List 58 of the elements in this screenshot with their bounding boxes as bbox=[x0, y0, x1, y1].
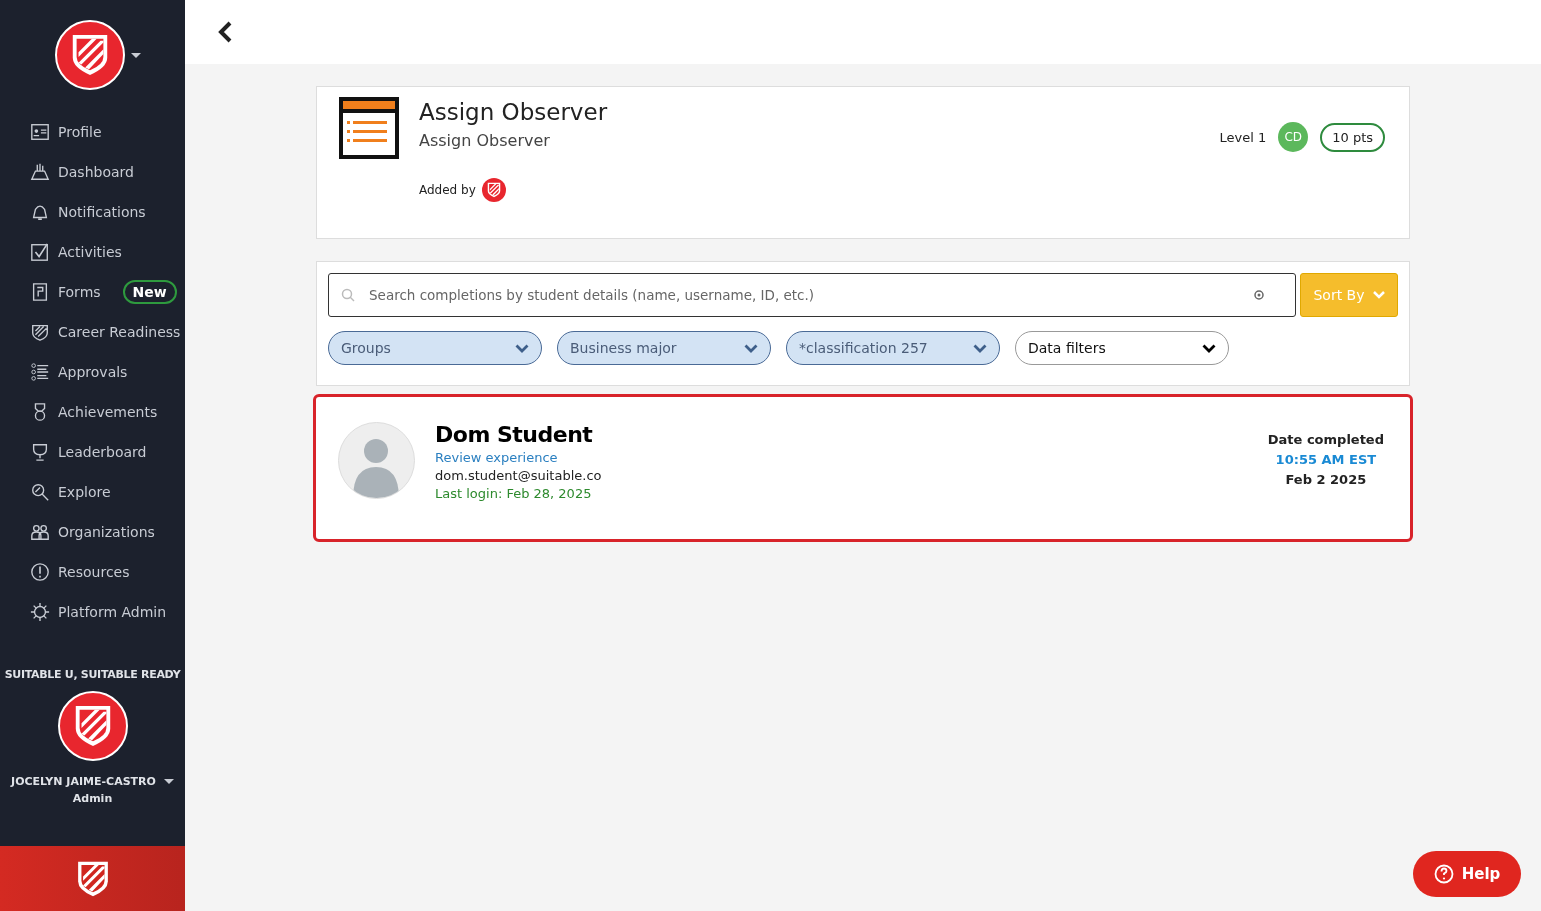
nav-item[interactable]: Approvals bbox=[0, 352, 185, 392]
task-subtitle: Assign Observer bbox=[419, 131, 551, 150]
points-badge: 10 pts bbox=[1320, 122, 1385, 152]
id-card-icon bbox=[30, 121, 50, 143]
list-document-icon bbox=[339, 97, 399, 159]
chevron-down-icon bbox=[973, 343, 987, 353]
task-title: Assign Observer bbox=[419, 99, 608, 125]
checkbox-icon bbox=[30, 241, 50, 263]
chevron-down-icon bbox=[744, 343, 758, 353]
initials-avatar: CD bbox=[1278, 122, 1309, 152]
shield-logo-icon bbox=[486, 182, 501, 198]
new-badge: New bbox=[122, 280, 177, 304]
trophy-icon bbox=[30, 441, 50, 463]
gear-icon bbox=[30, 601, 50, 623]
last-login: Last login: Feb 28, 2025 bbox=[435, 486, 593, 501]
question-circle-icon bbox=[1433, 864, 1454, 884]
chevron-down-icon bbox=[515, 343, 529, 353]
completion-date: Feb 2 2025 bbox=[1285, 472, 1367, 487]
chevron-down-icon bbox=[1202, 343, 1216, 353]
filter-dropdown[interactable]: *classification 257 bbox=[786, 331, 1000, 365]
nav-item[interactable]: Career Readiness bbox=[0, 312, 185, 352]
review-link[interactable]: Review experience bbox=[435, 450, 602, 465]
caret-icon[interactable] bbox=[130, 52, 141, 58]
user-role: Admin bbox=[71, 792, 114, 805]
shield-logo-icon bbox=[75, 859, 110, 898]
dashboard-icon bbox=[30, 161, 50, 183]
nav-item[interactable]: Leaderboard bbox=[0, 432, 185, 472]
search-field[interactable]: Search completions by student details (name, username, ID, etc.) bbox=[328, 273, 1296, 317]
form-icon bbox=[30, 281, 50, 303]
organization-name: SUITABLE U, SUITABLE READY bbox=[3, 668, 182, 681]
help-button[interactable]: Help bbox=[1413, 851, 1521, 897]
nav-item[interactable]: Profile bbox=[0, 112, 185, 152]
nav-item[interactable]: Platform Admin bbox=[0, 592, 185, 632]
clear-icon[interactable] bbox=[1254, 290, 1264, 300]
nav-item[interactable]: Resources bbox=[0, 552, 185, 592]
date-heading: Date completed bbox=[1267, 432, 1384, 447]
nav-item[interactable]: Organizations bbox=[0, 512, 185, 552]
nav-item[interactable]: Explore bbox=[0, 472, 185, 512]
nav-item[interactable]: Notifications bbox=[0, 192, 185, 232]
student-email: dom.student@suitable.co bbox=[435, 468, 602, 483]
level-label: Level 1 bbox=[1219, 129, 1267, 145]
search-icon bbox=[30, 481, 50, 503]
filter-dropdown[interactable]: Data filters bbox=[1015, 331, 1229, 365]
caret-icon[interactable] bbox=[163, 779, 174, 784]
nav-item[interactable]: Dashboard bbox=[0, 152, 185, 192]
chevron-down-icon bbox=[1372, 291, 1385, 299]
filter-dropdown[interactable]: Groups bbox=[328, 331, 542, 365]
completion-card[interactable]: Dom Student Review experience dom.student@suitable.co Last login: Feb 28, 2025 Date completed 10:55 AM EST Feb 2 2025 bbox=[313, 394, 1413, 542]
added-by-label: Added by bbox=[419, 183, 476, 197]
nav-item[interactable]: Achievements bbox=[0, 392, 185, 432]
student-name: Dom Student bbox=[435, 422, 594, 447]
nav-item[interactable]: Forms New bbox=[0, 272, 185, 312]
completion-time: 10:55 AM EST bbox=[1275, 452, 1377, 467]
filter-dropdown[interactable]: Business major bbox=[557, 331, 771, 365]
user-name[interactable]: JOCELYN JAIME-CASTRO bbox=[11, 775, 156, 788]
list-icon bbox=[30, 361, 50, 383]
nav-item[interactable]: Activities bbox=[0, 232, 185, 272]
info-icon bbox=[30, 561, 50, 583]
